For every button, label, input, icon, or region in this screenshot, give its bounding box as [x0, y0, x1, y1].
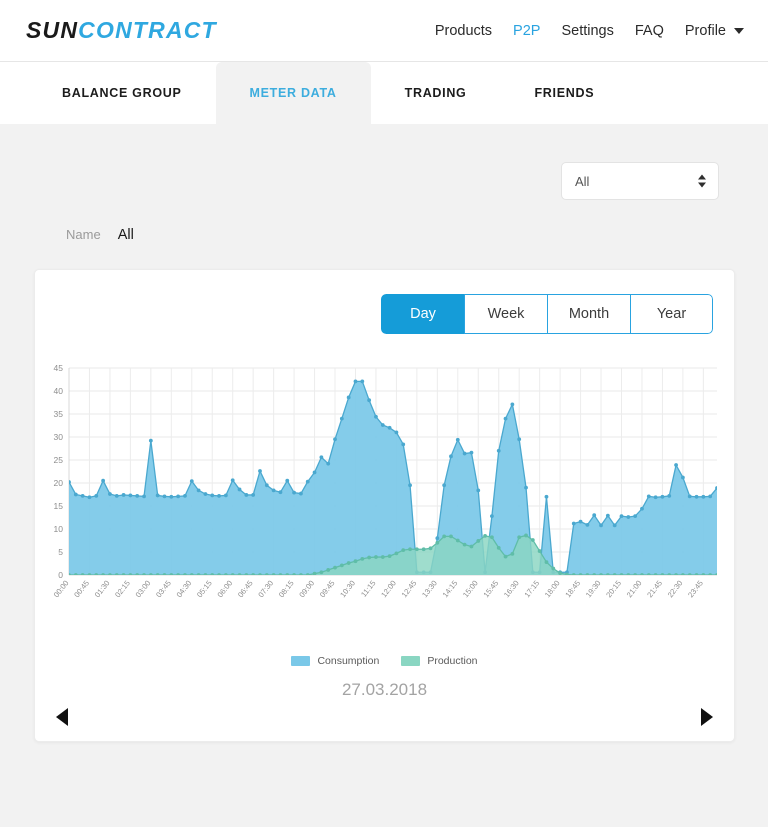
- svg-text:15: 15: [54, 501, 64, 511]
- svg-text:02:15: 02:15: [113, 579, 132, 600]
- svg-text:22:30: 22:30: [666, 579, 685, 600]
- svg-text:18:45: 18:45: [563, 579, 582, 600]
- svg-text:14:15: 14:15: [441, 579, 460, 600]
- svg-text:05:15: 05:15: [195, 579, 214, 600]
- chart-date-label: 27.03.2018: [341, 680, 428, 699]
- name-row: Name All: [0, 200, 768, 243]
- nav-item-settings[interactable]: Settings: [561, 23, 613, 39]
- svg-text:09:00: 09:00: [297, 579, 316, 600]
- svg-text:30: 30: [54, 432, 64, 442]
- svg-text:21:00: 21:00: [625, 579, 644, 600]
- svg-text:00:45: 00:45: [72, 579, 91, 600]
- svg-text:20: 20: [54, 478, 64, 488]
- legend-item-production: Production: [401, 655, 478, 667]
- svg-text:12:45: 12:45: [400, 579, 419, 600]
- energy-area-chart: 0 5 10 15 20 25 30 35 40 45 00:00 00:45 01:30 02:15 03…: [35, 358, 734, 633]
- svg-text:12:00: 12:00: [379, 579, 398, 600]
- name-label: Name: [66, 227, 101, 242]
- top-header: SUNCONTRACT Products P2P Settings FAQ Pr…: [0, 0, 768, 62]
- range-button-year[interactable]: Year: [630, 294, 713, 334]
- brand-logo[interactable]: SUNCONTRACT: [26, 17, 217, 44]
- nav-item-products[interactable]: Products: [435, 23, 492, 39]
- svg-text:15:00: 15:00: [461, 579, 480, 600]
- svg-text:10: 10: [54, 524, 64, 534]
- svg-text:40: 40: [54, 386, 64, 396]
- svg-text:01:30: 01:30: [93, 579, 112, 600]
- svg-text:17:15: 17:15: [522, 579, 541, 600]
- svg-text:15:45: 15:45: [482, 579, 501, 600]
- range-button-week[interactable]: Week: [464, 294, 547, 334]
- tab-balance-group[interactable]: BALANCE GROUP: [28, 62, 216, 124]
- svg-text:13:30: 13:30: [420, 579, 439, 600]
- svg-text:03:45: 03:45: [154, 579, 173, 600]
- legend-swatch-consumption: [291, 656, 311, 666]
- section-tabs: BALANCE GROUP METER DATA TRADING FRIENDS: [0, 62, 768, 124]
- tab-meter-data[interactable]: METER DATA: [215, 62, 371, 124]
- range-button-month[interactable]: Month: [547, 294, 630, 334]
- svg-text:07:30: 07:30: [256, 579, 275, 600]
- svg-text:10:30: 10:30: [338, 579, 357, 600]
- meter-select-wrapper: All: [561, 162, 719, 200]
- main-navigation: Products P2P Settings FAQ Profile: [435, 23, 744, 39]
- nav-item-faq[interactable]: FAQ: [635, 23, 664, 39]
- svg-text:09:45: 09:45: [318, 579, 337, 600]
- logo-text-sun: SUN: [26, 17, 79, 43]
- legend-label-consumption: Consumption: [317, 655, 380, 667]
- previous-day-button[interactable]: [56, 708, 68, 726]
- meter-select[interactable]: All: [561, 162, 719, 200]
- page-content: All Name All Day Week Month Year 0 5 10 15 2…: [0, 124, 768, 827]
- legend-swatch-production: [401, 656, 421, 666]
- svg-text:19:30: 19:30: [584, 579, 603, 600]
- range-selector-group: Day Week Month Year: [381, 294, 713, 334]
- chevron-down-icon: [734, 27, 744, 34]
- legend-label-production: Production: [427, 655, 478, 667]
- chart-legend: Consumption Production: [35, 655, 734, 667]
- svg-text:04:30: 04:30: [175, 579, 194, 600]
- svg-text:21:45: 21:45: [645, 579, 664, 600]
- range-button-day[interactable]: Day: [381, 294, 464, 334]
- svg-text:20:15: 20:15: [604, 579, 623, 600]
- filter-toolbar: All: [0, 124, 768, 200]
- svg-text:06:00: 06:00: [215, 579, 234, 600]
- nav-item-profile[interactable]: Profile: [685, 23, 744, 39]
- svg-text:25: 25: [54, 455, 64, 465]
- legend-item-consumption: Consumption: [291, 655, 379, 667]
- tab-trading[interactable]: TRADING: [371, 62, 501, 124]
- svg-text:11:15: 11:15: [359, 579, 377, 599]
- logo-text-contract: CONTRACT: [78, 17, 217, 43]
- svg-text:18:00: 18:00: [543, 579, 562, 600]
- nav-item-profile-label: Profile: [684, 22, 726, 39]
- name-value: All: [117, 227, 134, 243]
- chart-svg: 05101520253035404500:00 00:45 01:30 02:15 03…: [52, 363, 717, 600]
- svg-text:16:30: 16:30: [502, 579, 521, 600]
- svg-text:5: 5: [58, 547, 63, 557]
- svg-text:03:00: 03:00: [134, 579, 153, 600]
- svg-text:23:45: 23:45: [686, 579, 705, 600]
- svg-text:45: 45: [54, 363, 64, 373]
- tab-friends[interactable]: FRIENDS: [500, 62, 628, 124]
- chart-card: Day Week Month Year 0 5 10 15 20 25 30 35 40 45 00…: [34, 269, 735, 742]
- svg-text:08:15: 08:15: [277, 579, 296, 600]
- nav-item-p2p[interactable]: P2P: [513, 23, 540, 39]
- svg-text:00:00: 00:00: [52, 579, 71, 600]
- svg-text:35: 35: [54, 409, 64, 419]
- svg-text:06:45: 06:45: [236, 579, 255, 600]
- next-day-button[interactable]: [701, 708, 713, 726]
